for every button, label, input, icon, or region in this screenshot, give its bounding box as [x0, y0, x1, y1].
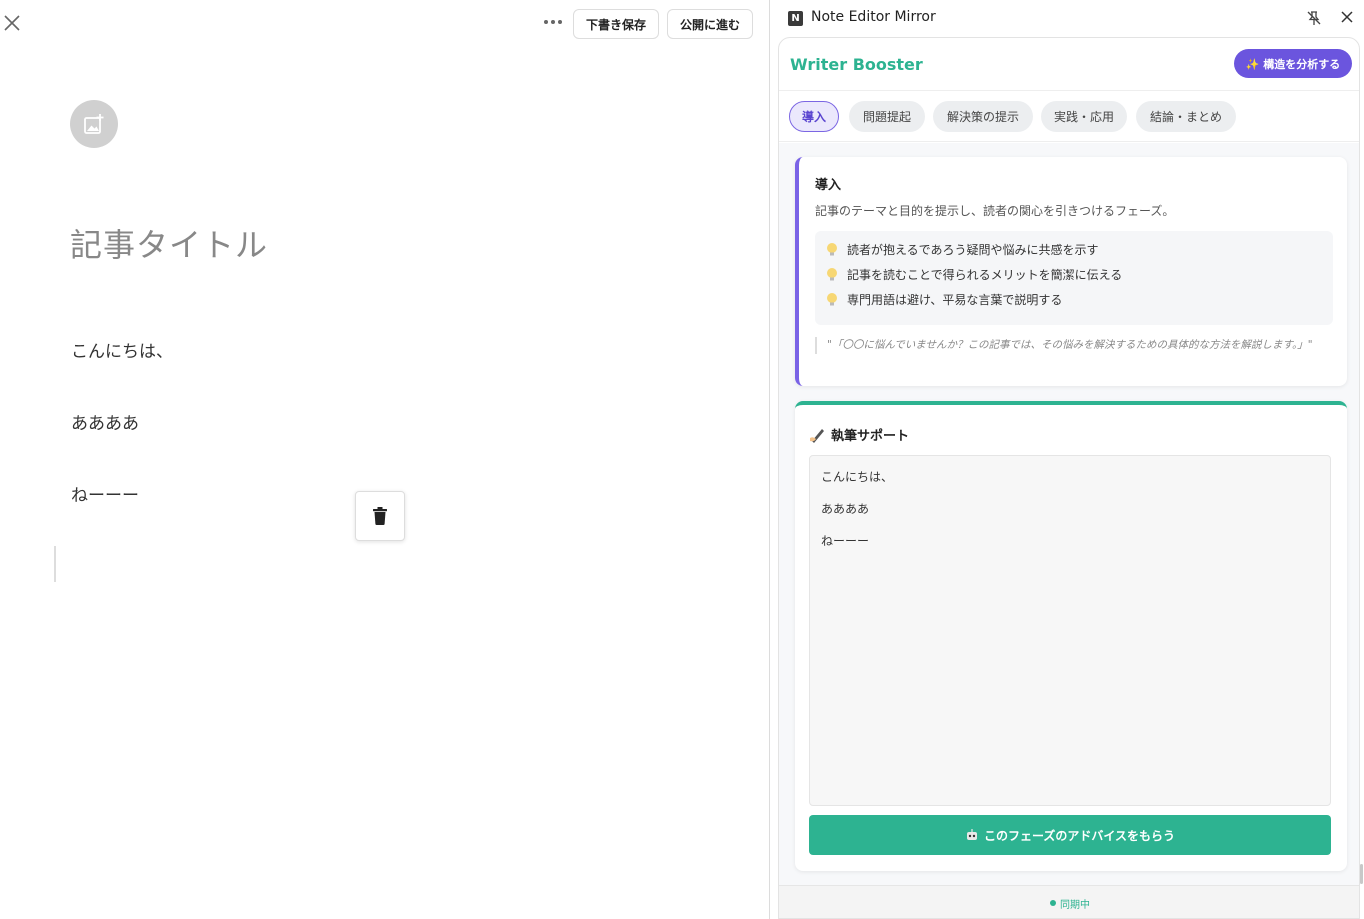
mirror-line: ああああ: [821, 502, 870, 516]
close-panel-icon[interactable]: [1340, 10, 1354, 24]
publish-button[interactable]: 公開に進む: [667, 9, 753, 39]
analyze-structure-button[interactable]: ✨ 構造を分析する: [1234, 49, 1352, 78]
delete-block-button[interactable]: [355, 491, 405, 541]
extension-logo: N: [788, 11, 803, 26]
more-options-icon[interactable]: [542, 12, 564, 32]
panel-window-title: Note Editor Mirror: [811, 9, 936, 25]
tab-introduction[interactable]: 導入: [789, 101, 839, 132]
tip-text: 読者が抱えるであろう疑問や悩みに共感を示す: [847, 243, 1099, 257]
writing-support-card: 執筆サポート こんにちは、 ああああ ねーーー このフェーズのアドバイスをもらう: [795, 401, 1347, 871]
panel-content[interactable]: 導入 記事のテーマと目的を提示し、読者の関心を引きつけるフェーズ。 読者が抱える…: [779, 143, 1359, 885]
robot-icon: [966, 829, 977, 840]
trash-icon: [373, 507, 387, 525]
support-title-text: 執筆サポート: [831, 429, 910, 444]
writing-hand-icon: [810, 428, 824, 443]
lightbulb-icon: [827, 267, 837, 280]
tip-item: 専門用語は避け、平易な言葉で説明する: [825, 291, 1062, 308]
brand-name: Writer Booster: [790, 55, 923, 74]
unpin-icon[interactable]: [1306, 10, 1322, 26]
support-heading: 執筆サポート: [809, 425, 909, 444]
phase-guide-card: 導入 記事のテーマと目的を提示し、読者の関心を引きつけるフェーズ。 読者が抱える…: [795, 157, 1347, 386]
lightbulb-icon: [827, 242, 837, 255]
sync-status-text: 同期中: [1060, 899, 1090, 911]
writer-booster-frame: Writer Booster ✨ 構造を分析する 導入 問題提起 解決策の提示 …: [778, 37, 1360, 919]
phase-title: 導入: [815, 178, 842, 193]
save-draft-button[interactable]: 下書き保存: [573, 9, 659, 39]
tab-conclusion[interactable]: 結論・まとめ: [1136, 101, 1236, 132]
side-panel: N Note Editor Mirror Writer Booster ✨ 構造…: [770, 0, 1364, 919]
phase-tabs: 導入 問題提起 解決策の提示 実践・応用 結論・まとめ: [779, 90, 1359, 142]
get-advice-button[interactable]: このフェーズのアドバイスをもらう: [809, 815, 1331, 855]
tab-problem[interactable]: 問題提起: [849, 101, 925, 132]
close-icon[interactable]: [2, 13, 22, 33]
tab-practice[interactable]: 実践・応用: [1041, 101, 1127, 132]
advice-label: このフェーズのアドバイスをもらう: [983, 828, 1176, 843]
phase-description: 記事のテーマと目的を提示し、読者の関心を引きつけるフェーズ。: [815, 204, 1175, 218]
tip-text: 記事を読むことで得られるメリットを簡潔に伝える: [847, 268, 1123, 282]
body-paragraph[interactable]: ああああ: [71, 409, 139, 434]
status-dot-icon: [1050, 900, 1056, 906]
tips-list: 読者が抱えるであろう疑問や悩みに共感を示す 記事を読むことで得られるメリットを簡…: [815, 231, 1333, 325]
article-title-input[interactable]: 記事タイトル: [70, 220, 268, 266]
add-cover-image-button[interactable]: [70, 100, 118, 148]
text-cursor: [54, 546, 56, 582]
mirror-text-area[interactable]: こんにちは、 ああああ ねーーー: [809, 455, 1331, 806]
mirror-line: ねーーー: [821, 534, 870, 548]
tab-solution[interactable]: 解決策の提示: [933, 101, 1033, 132]
body-paragraph[interactable]: ねーーー: [71, 481, 139, 506]
writer-booster-header: Writer Booster ✨ 構造を分析する: [779, 38, 1359, 90]
sync-status-bar: 同期中: [779, 885, 1359, 918]
tip-item: 記事を読むことで得られるメリットを簡潔に伝える: [825, 266, 1122, 283]
lightbulb-icon: [827, 292, 837, 305]
scrollbar-thumb[interactable]: [1360, 864, 1363, 884]
tip-item: 読者が抱えるであろう疑問や悩みに共感を示す: [825, 241, 1099, 258]
body-paragraph[interactable]: こんにちは、: [71, 337, 173, 362]
mirror-line: こんにちは、: [821, 470, 894, 484]
example-quote: "「〇〇に悩んでいませんか？この記事では、その悩みを解決するための具体的な方法を…: [815, 337, 1315, 354]
tip-text: 専門用語は避け、平易な言葉で説明する: [847, 293, 1063, 307]
add-image-icon: [84, 114, 104, 134]
note-editor: 下書き保存 公開に進む 記事タイトル こんにちは、 ああああ ねーーー: [0, 0, 769, 919]
